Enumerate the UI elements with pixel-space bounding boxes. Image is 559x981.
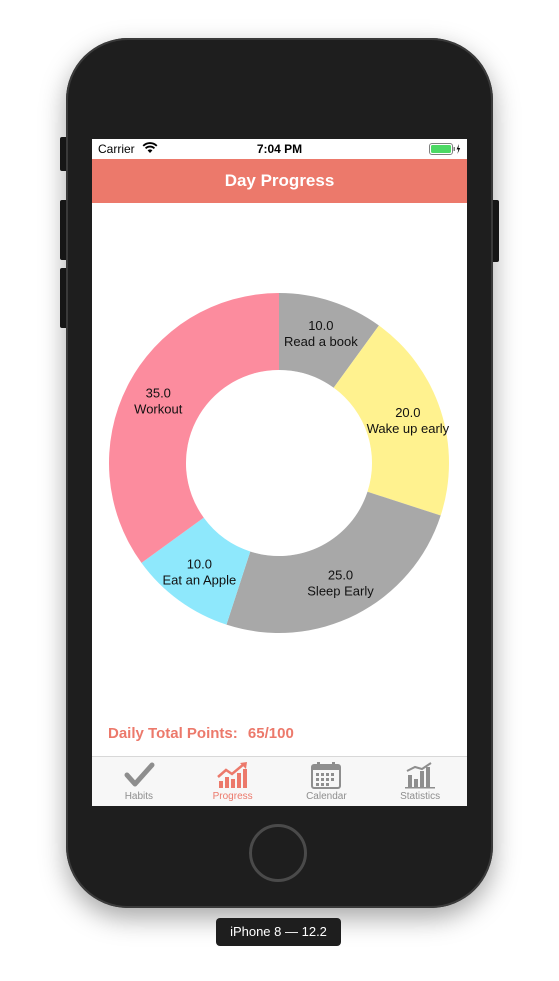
daily-total-value: 65/100 (247, 725, 294, 742)
slice-name-label: Eat an Apple (162, 573, 236, 588)
progress-chart-icon (216, 762, 247, 788)
slice-name-label: Read a book (284, 334, 358, 349)
calendar-icon (311, 762, 342, 789)
slice-name-label: Sleep Early (307, 584, 374, 599)
app-screen: Carrier 7:04 PM Day Progress 10.0 Read a … (92, 139, 467, 806)
slice-value-label: 35.0 (146, 385, 171, 400)
tab-label: Progress (212, 791, 253, 802)
slice-value-label: 10.0 (187, 557, 212, 572)
daily-total-label: Daily Total Points: (108, 725, 238, 742)
navigation-bar: Day Progress (92, 159, 467, 203)
tab-statistics[interactable]: Statistics (373, 757, 467, 806)
tab-progress[interactable]: Progress (186, 757, 280, 806)
tab-calendar[interactable]: Calendar (280, 757, 374, 806)
page-title: Day Progress (224, 171, 335, 190)
checkmark-icon (124, 762, 155, 787)
slice-name-label: Wake up early (367, 421, 450, 436)
tab-habits[interactable]: Habits (92, 757, 186, 806)
battery-icon (429, 143, 461, 155)
daily-total: Daily Total Points: 65/100 (108, 725, 300, 742)
slice-value-label: 20.0 (395, 405, 420, 420)
tab-label: Statistics (400, 791, 441, 802)
tab-bar: Habits Progress Calendar Statistics (92, 756, 467, 806)
donut-hole (195, 379, 363, 547)
device-label: iPhone 8 — 12.2 (216, 918, 341, 946)
bar-chart-icon (405, 762, 436, 789)
status-bar: Carrier 7:04 PM (92, 139, 467, 159)
home-button[interactable] (249, 824, 307, 882)
status-time: 7:04 PM (256, 142, 303, 156)
donut-chart: 10.0Read a book20.0Wake up early25.0Slee… (108, 293, 450, 633)
slice-value-label: 25.0 (328, 568, 353, 583)
slice-value-label: 10.0 (308, 318, 333, 333)
slice-name-label: Workout (134, 401, 183, 416)
tab-label: Habits (124, 791, 154, 802)
tab-label: Calendar (306, 791, 347, 802)
